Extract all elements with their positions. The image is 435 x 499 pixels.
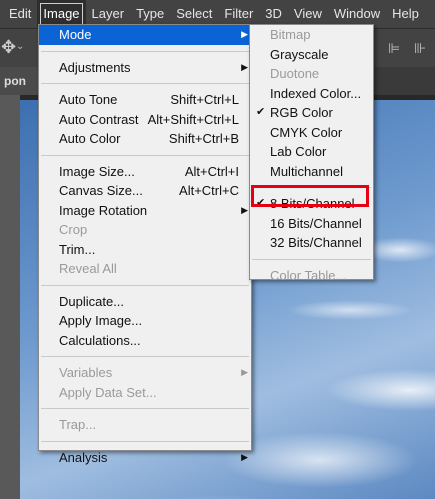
menu-item-label: Crop [59,222,88,237]
image-menu-item-image-rotation[interactable]: Image Rotation ▶ [39,201,251,221]
menu-item-label: Canvas Size... [59,183,143,198]
menu-item-label: Grayscale [270,46,329,62]
align-left-icon[interactable]: ⊫ [388,40,402,56]
menu-item-label: Duplicate... [59,293,125,309]
image-menu-item-auto-tone[interactable]: Auto Tone Shift+Ctrl+L [39,90,251,110]
menu-item-label: Duotone [270,66,320,81]
image-menu-item-image-size[interactable]: Image Size... Alt+Ctrl+I [39,162,251,182]
menu-item-label: Variables [59,365,113,380]
image-menu-item-crop: Crop [39,220,251,240]
chevron-right-icon: ▶ [241,61,248,72]
menu-item-label: 32 Bits/Channel [270,235,362,250]
mode-menu-item-indexed-color[interactable]: Indexed Color... [250,84,373,104]
mode-menu-item-duotone: Duotone [250,64,373,84]
image-menu-item-reveal-all: Reveal All [39,259,251,279]
image-menu: Mode ▶ Adjustments ▶ Auto Tone Shift+Ctrl+L Au… [38,24,252,465]
mode-menu-item-16-bits-channel[interactable]: 16 Bits/Channel [250,214,373,234]
image-menu-item-duplicate[interactable]: Duplicate... [39,292,251,312]
menu-item-label: Auto Color [59,131,121,146]
menu-separator [41,284,249,286]
menu-separator [41,83,249,84]
document-tab[interactable]: pon [0,67,40,95]
align-center-icon[interactable]: ⊪ [414,40,428,56]
menu-edit[interactable]: Edit [0,0,37,28]
menu-help[interactable]: Help [386,0,425,28]
mode-menu-item-grayscale[interactable]: Grayscale [250,45,373,65]
menu-item-label: Bitmap [270,27,311,42]
menu-item-label: Mode [59,27,92,42]
document-tab-title: pon [4,74,26,88]
chevron-right-icon: ▶ [241,451,248,462]
menu-item-label: Reveal All [59,261,117,276]
mode-menu-item-rgb-color[interactable]: ✔ RGB Color [250,103,373,123]
menu-item-label: Calculations... [59,332,141,348]
menu-item-label: Trap... [59,417,97,432]
image-menu-item-trap: Trap... [39,415,251,435]
menu-item-label: Multichannel [270,163,343,179]
menu-separator [41,356,249,357]
image-menu-item-auto-color[interactable]: Auto Color Shift+Ctrl+B [39,129,251,149]
menu-item-shortcut: Alt+Ctrl+I [184,163,239,179]
mode-menu-item-multichannel[interactable]: Multichannel [250,162,373,182]
menu-separator [41,440,249,442]
chevron-right-icon: ▶ [241,29,248,39]
mode-menu-item-cmyk-color[interactable]: CMYK Color [250,123,373,143]
menu-item-label: Trim... [59,241,96,257]
menu-item-label: CMYK Color [270,124,343,140]
menu-item-label: 16 Bits/Channel [270,215,362,231]
image-menu-item-canvas-size[interactable]: Canvas Size... Alt+Ctrl+C [39,181,251,201]
menu-separator [41,50,249,52]
chevron-right-icon: ▶ [241,204,248,215]
menu-separator [252,258,371,260]
annotation-highlight-box [251,185,369,207]
image-menu-item-adjustments[interactable]: Adjustments ▶ [39,58,251,78]
menu-item-shortcut: Alt+Shift+Ctrl+L [147,111,239,127]
mode-menu-item-color-table: Color Table... [250,266,373,286]
menu-item-label: Image Size... [59,163,135,179]
menu-item-label: RGB Color [270,105,333,120]
menu-item-label: Color Table... [270,267,347,283]
menu-item-label: Image Rotation [59,202,148,218]
image-menu-item-trim[interactable]: Trim... [39,240,251,260]
menu-item-shortcut: Alt+Ctrl+C [179,183,239,198]
menu-separator [41,154,249,156]
image-menu-item-calculations[interactable]: Calculations... [39,331,251,351]
move-tool-icon[interactable]: ✥ [1,37,16,58]
menu-item-label: Auto Contrast [59,111,139,127]
chevron-down-icon[interactable]: ⌄ [16,41,24,52]
image-menu-item-apply-image[interactable]: Apply Image... [39,311,251,331]
mode-menu-item-bitmap: Bitmap [250,25,373,45]
mode-menu-item-32-bits-channel[interactable]: 32 Bits/Channel [250,233,373,253]
image-menu-item-apply-data-set: Apply Data Set... [39,383,251,403]
checkmark-icon: ✔ [256,106,266,118]
menu-item-label: Lab Color [270,144,327,159]
menu-item-label: Analysis [59,449,108,465]
mode-submenu: Bitmap Grayscale Duotone Indexed Color... ✔ R… [249,24,374,283]
menu-item-label: Auto Tone [59,92,118,107]
mode-menu-item-lab-color[interactable]: Lab Color [250,142,373,162]
menu-item-label: Indexed Color... [270,85,362,101]
image-menu-item-analysis[interactable]: Analysis ▶ [39,448,251,468]
menu-item-shortcut: Shift+Ctrl+B [168,131,239,146]
chevron-right-icon: ▶ [241,367,248,377]
menu-item-label: Apply Data Set... [59,384,157,400]
image-menu-item-variables: Variables ▶ [39,363,251,383]
menu-separator [41,408,249,409]
menu-item-label: Apply Image... [59,313,143,328]
image-menu-item-mode[interactable]: Mode ▶ [39,25,251,45]
menu-item-shortcut: Shift+Ctrl+L [170,92,239,107]
canvas-gutter [0,95,20,499]
image-menu-item-auto-contrast[interactable]: Auto Contrast Alt+Shift+Ctrl+L [39,110,251,130]
menu-item-label: Adjustments [59,59,131,75]
